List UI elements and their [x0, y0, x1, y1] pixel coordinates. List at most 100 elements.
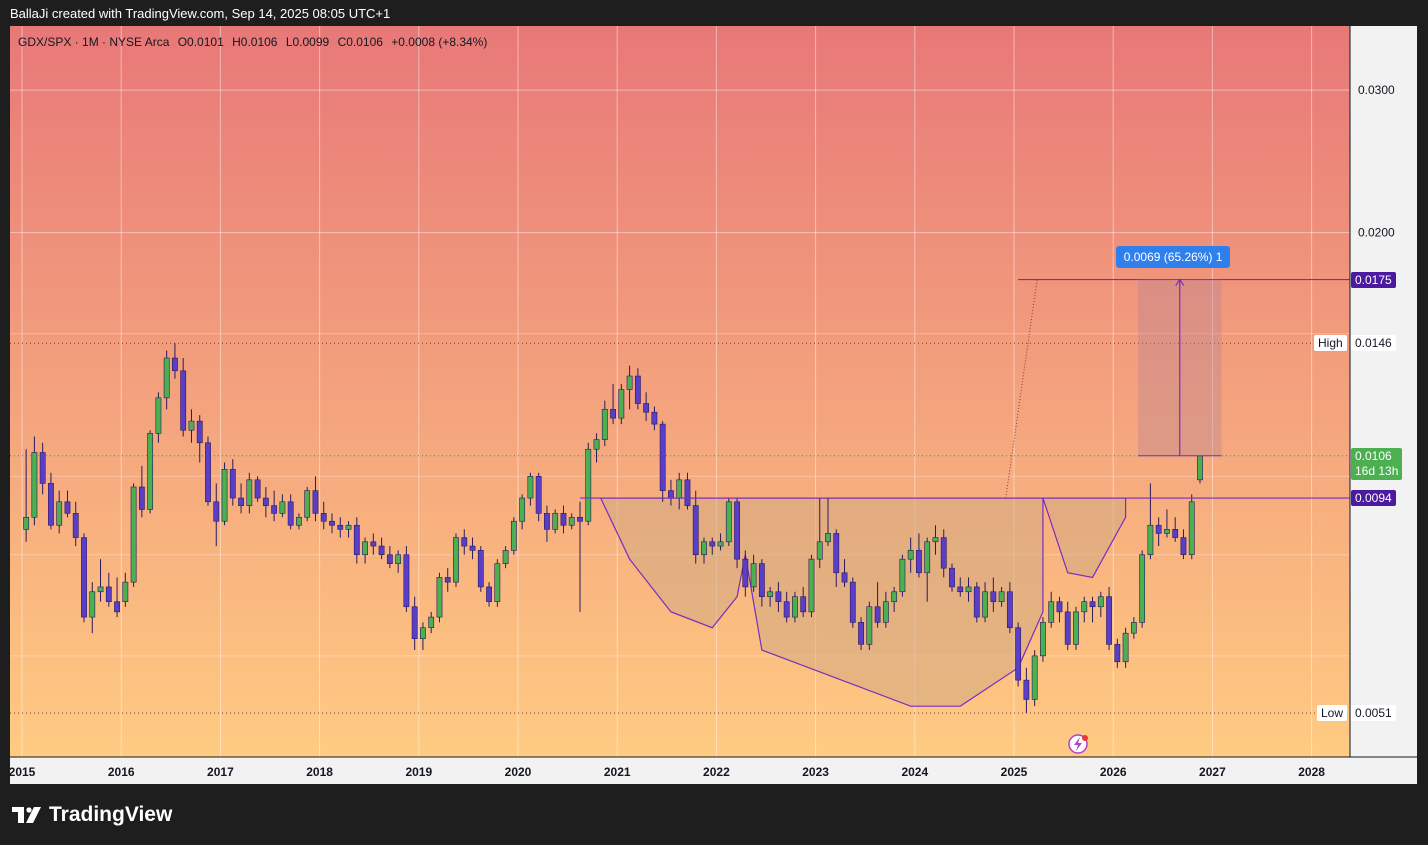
candle-body: [750, 563, 757, 588]
candle-body: [420, 627, 426, 640]
candle-body: [651, 411, 658, 425]
candle-body: [833, 533, 840, 574]
tradingview-logo[interactable]: TradingView: [12, 803, 172, 827]
candle-body: [940, 537, 947, 569]
candle-body: [502, 550, 509, 564]
x-tick-label: 2020: [505, 765, 532, 779]
candle-body: [147, 433, 154, 510]
candle-body: [725, 501, 732, 543]
chart-frame[interactable]: 0.0300 0.0200 2015 2016 2017 2018 2019 2020 202…: [10, 26, 1417, 784]
lightning-icon[interactable]: [1068, 734, 1088, 754]
x-tick-label: 2023: [802, 765, 829, 779]
tv-logo-icon: [12, 807, 41, 823]
candle-body: [477, 550, 484, 588]
candle-body: [254, 479, 261, 499]
candle-body: [1056, 601, 1063, 613]
candle-body: [469, 545, 476, 551]
price-chart[interactable]: 0.0300 0.0200 2015 2016 2017 2018 2019 2020 202…: [10, 26, 1417, 784]
candle: [618, 384, 625, 425]
candle-body: [634, 375, 641, 404]
candle-body: [395, 554, 402, 564]
brand-name: TradingView: [49, 803, 173, 826]
candle-body: [138, 486, 145, 510]
candle-body: [965, 586, 972, 593]
candle-body: [1155, 524, 1162, 534]
candle: [725, 498, 732, 547]
candle-body: [1048, 601, 1055, 623]
target-price-tag: 0.0175: [1351, 271, 1396, 288]
candle-body: [1130, 622, 1137, 634]
candle: [1015, 622, 1022, 687]
measure-label[interactable]: 0.0069 (65.26%) 1: [1115, 245, 1231, 268]
candle-body: [816, 541, 823, 560]
candle-body: [527, 475, 534, 499]
candle-body: [155, 397, 162, 434]
candle-body: [618, 389, 625, 419]
candle-body: [403, 554, 410, 608]
candle-body: [345, 524, 352, 530]
candle-body: [701, 541, 707, 556]
candle-body: [114, 601, 120, 613]
candle-body: [1106, 596, 1112, 645]
candle-body: [39, 452, 46, 484]
candle-body: [866, 606, 873, 645]
candle-body: [717, 541, 724, 547]
candle: [808, 554, 815, 618]
candle: [147, 430, 154, 514]
symbol-name[interactable]: GDX/SPX · 1M · NYSE Arca: [18, 35, 169, 49]
x-tick-label: 2024: [901, 765, 928, 779]
candle: [1139, 550, 1146, 628]
price-axis: 0.0300 0.0200: [1358, 83, 1395, 240]
candle: [585, 442, 592, 526]
symbol-legend: GDX/SPX · 1M · NYSE Arca O0.0101 H0.0106…: [18, 35, 492, 49]
candle-body: [1073, 611, 1079, 645]
candle: [436, 572, 443, 623]
candle: [1188, 494, 1195, 560]
candle-body: [1040, 622, 1046, 657]
candle-body: [535, 475, 542, 514]
candle-body: [808, 558, 815, 613]
candle: [849, 577, 856, 628]
candle-body: [221, 469, 228, 522]
candle-body: [849, 581, 856, 623]
close-value: C0.0106: [337, 35, 383, 49]
candle-body: [130, 486, 137, 583]
candle-body: [676, 479, 683, 499]
candle-body: [610, 408, 616, 419]
candle-body: [891, 591, 898, 602]
candle-body: [585, 448, 592, 522]
candle: [304, 487, 311, 522]
x-tick-label: 2018: [306, 765, 333, 779]
candle-body: [668, 490, 674, 499]
candle-body: [287, 501, 294, 526]
candle-body: [949, 567, 955, 588]
candle: [221, 462, 228, 526]
candle-body: [957, 586, 964, 593]
candle-body: [1139, 554, 1146, 623]
candle: [734, 498, 740, 569]
last-price-tag: 0.0106 16d 13h: [1351, 447, 1403, 480]
candle-body: [486, 586, 492, 602]
candle-body: [213, 501, 220, 522]
candle-body: [246, 479, 253, 506]
candle-body: [998, 591, 1005, 602]
candle: [494, 559, 501, 607]
candle-body: [238, 497, 244, 506]
candle-body: [742, 558, 749, 588]
candle-body: [180, 370, 187, 431]
candle: [899, 554, 906, 597]
candle-body: [1188, 501, 1195, 556]
x-tick-label: 2016: [108, 765, 135, 779]
candle-body: [320, 513, 327, 522]
candle-body: [1089, 601, 1096, 608]
candle-body: [899, 558, 906, 593]
candle-body: [593, 439, 600, 450]
candle: [1106, 586, 1112, 651]
candle-body: [205, 442, 211, 503]
x-tick-label: 2017: [207, 765, 234, 779]
high-value: H0.0106: [232, 35, 278, 49]
candle-body: [353, 524, 360, 556]
candle-body: [296, 516, 302, 526]
neckline-price-tag: 0.0094: [1351, 490, 1396, 507]
candle-body: [577, 516, 583, 522]
